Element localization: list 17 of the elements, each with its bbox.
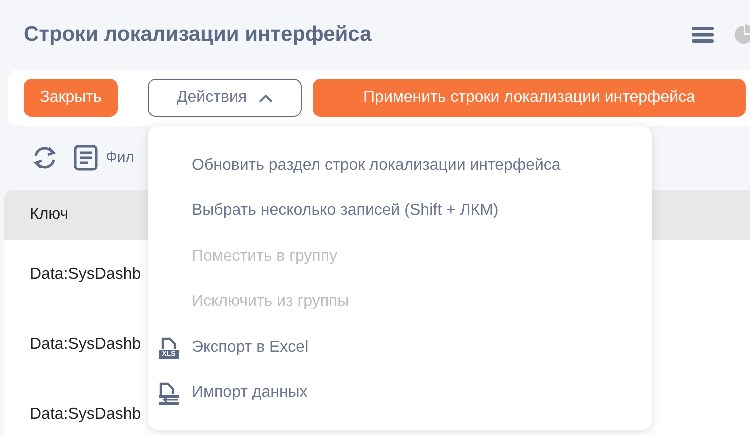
document-icon[interactable] [74,145,98,171]
menu-icon[interactable] [692,26,714,44]
file-import-icon [158,381,180,406]
table-cell-text: Data:SysDashb [30,265,142,285]
menu-item[interactable]: Импорт данных [148,370,652,416]
filter-label[interactable]: Фил [106,146,135,170]
close-button[interactable]: Закрыть [24,79,118,117]
caret-icon [259,94,274,102]
refresh-icon[interactable] [32,146,58,170]
menu-item[interactable]: Обновить раздел строк локализации интерфейса [148,143,652,188]
column-header[interactable]: Ключ [30,203,69,227]
menu-item[interactable]: Выбрать несколько записей (Shift + ЛКМ) [148,188,652,234]
actions-dropdown[interactable]: Действия [148,79,302,117]
table-cell-text: Data:SysDashb [30,405,142,425]
apply-button[interactable]: Применить строки локализации интерфейса [313,79,746,117]
table-cell-text: Data:SysDashb [30,335,142,355]
page-title: Строки локализации интерфейса [24,22,373,48]
